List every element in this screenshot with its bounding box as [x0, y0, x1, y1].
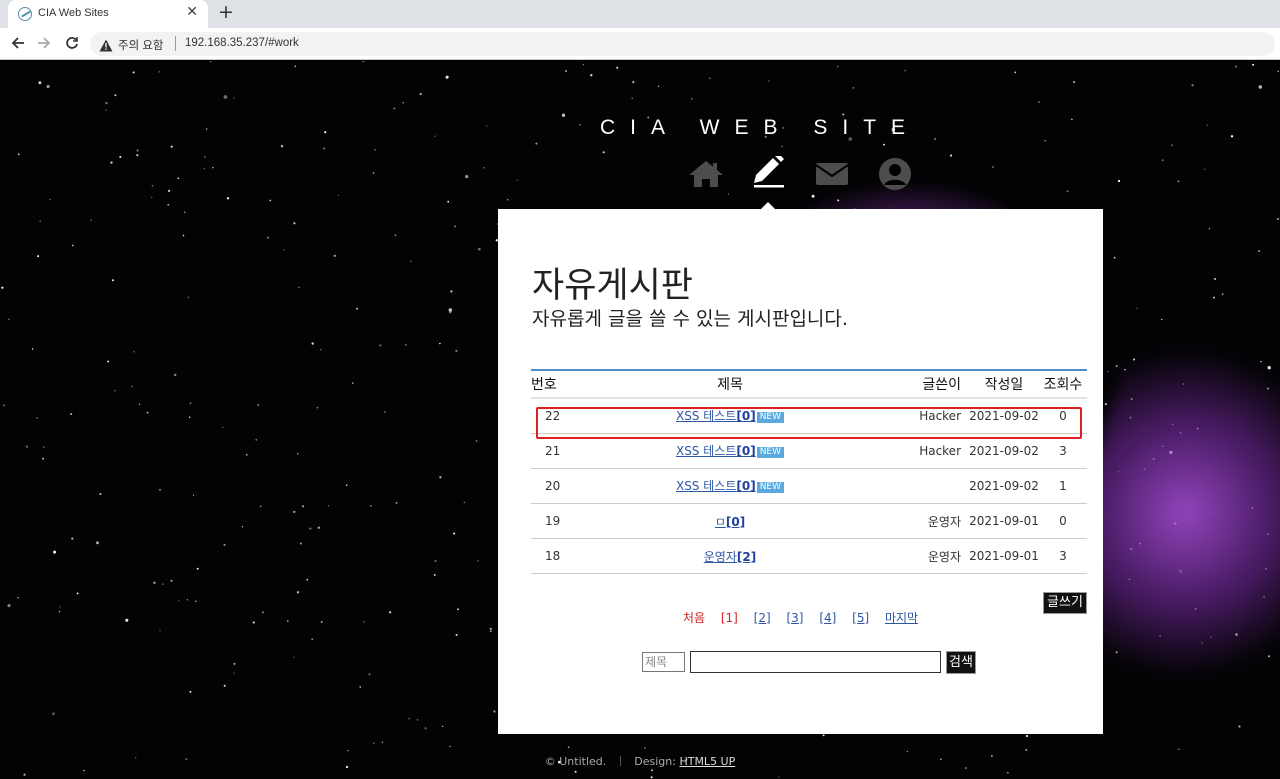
pencil-icon[interactable] [749, 153, 789, 192]
post-views: 1 [1039, 468, 1087, 505]
site-favicon-icon [18, 7, 32, 21]
site-title: CIA WEB SITE [600, 116, 921, 139]
post-title[interactable]: XSS 테스트 [676, 479, 736, 493]
post-number: 18 [531, 538, 571, 575]
user-icon[interactable] [875, 156, 915, 192]
post-date: 2021-09-01 [969, 538, 1039, 575]
forward-arrow-icon[interactable] [34, 33, 54, 53]
post-title-link[interactable]: XSS 테스트[0] [676, 479, 756, 493]
browser-toolbar: 주의 요함 192.168.35.237/#work [0, 28, 1280, 60]
post-title-cell: ㅁ[0] [571, 503, 889, 540]
footer-design-label: Design: [634, 755, 676, 768]
board-panel: 자유게시판 자유롭게 글을 쓸 수 있는 게시판입니다. 번호 제목 글쓴이 작… [498, 209, 1103, 734]
post-number: 20 [531, 468, 571, 505]
page-link[interactable]: [3] [786, 611, 803, 625]
table-header-row: 번호 제목 글쓴이 작성일 조회수 [531, 369, 1087, 399]
footer-copyright: © Untitled. [544, 755, 607, 768]
page-link[interactable]: [2] [754, 611, 771, 625]
footer: © Untitled. Design: HTML5 UP [0, 755, 1280, 768]
omnibox-divider [175, 36, 176, 51]
comment-count[interactable]: [0] [726, 515, 745, 529]
post-author [889, 468, 969, 505]
footer-design-link[interactable]: HTML5 UP [679, 755, 735, 768]
tab-title: CIA Web Sites [38, 7, 109, 19]
new-badge: NEW [756, 482, 785, 494]
column-header: 글쓴이 [889, 369, 969, 399]
warning-icon[interactable] [99, 37, 113, 52]
home-icon[interactable] [686, 156, 726, 192]
column-header: 작성일 [969, 369, 1039, 399]
search-button[interactable]: 검색 [946, 651, 976, 674]
table-row[interactable]: 19 ㅁ[0] 운영자 2021-09-01 0 [531, 503, 1087, 540]
post-title[interactable]: ㅁ [715, 515, 726, 529]
close-tab-icon[interactable]: ✕ [186, 5, 198, 19]
new-badge: NEW [756, 447, 785, 459]
table-row[interactable]: 18 운영자[2] 운영자 2021-09-01 3 [531, 538, 1087, 575]
page-last-link[interactable]: 마지막 [885, 611, 918, 625]
column-header: 조회수 [1039, 369, 1087, 399]
board-table: 번호 제목 글쓴이 작성일 조회수 22 XSS 테스트[0] NEW Hacker 2… [531, 369, 1087, 575]
comment-count[interactable]: [2] [737, 550, 756, 564]
post-date: 2021-09-02 [969, 468, 1039, 505]
post-title[interactable]: 운영자 [704, 550, 737, 564]
highlighted-row-box [536, 407, 1082, 439]
page-first-link[interactable]: 처음 [683, 611, 705, 625]
comment-count[interactable]: [0] [736, 444, 755, 458]
post-title-link[interactable]: XSS 테스트[0] [676, 444, 756, 458]
page-link[interactable]: [5] [852, 611, 869, 625]
post-title-link[interactable]: 운영자[2] [704, 550, 756, 564]
column-header: 제목 [571, 369, 889, 399]
new-tab-icon[interactable]: + [218, 3, 234, 22]
search-field-select[interactable]: 제목 [642, 652, 685, 672]
post-title[interactable]: XSS 테스트 [676, 444, 736, 458]
footer-divider [619, 756, 621, 766]
column-header: 번호 [531, 369, 571, 399]
table-row[interactable]: 20 XSS 테스트[0] NEW 2021-09-02 1 [531, 468, 1087, 505]
back-arrow-icon[interactable] [8, 33, 28, 53]
post-title-link[interactable]: ㅁ[0] [715, 515, 745, 529]
comment-count[interactable]: [0] [736, 479, 755, 493]
post-number: 19 [531, 503, 571, 540]
post-author: 운영자 [889, 538, 969, 575]
post-title-cell: XSS 테스트[0] NEW [571, 468, 889, 505]
page-subtitle: 자유롭게 글을 쓸 수 있는 게시판입니다. [532, 308, 848, 330]
post-views: 0 [1039, 503, 1087, 540]
page-current: [1] [720, 611, 738, 625]
post-author: 운영자 [889, 503, 969, 540]
search-input[interactable] [690, 651, 941, 673]
browser-tab[interactable]: CIA Web Sites ✕ [8, 0, 208, 28]
page-background: CIA WEB SITE 자유게시판 자유롭게 글을 쓸 수 있는 게시판입니다… [0, 61, 1280, 779]
post-title-cell: 운영자[2] [571, 538, 889, 575]
browser-tabstrip: CIA Web Sites ✕ + [0, 0, 1280, 28]
address-bar[interactable]: 주의 요함 192.168.35.237/#work [90, 32, 1275, 56]
page-link[interactable]: [4] [819, 611, 836, 625]
envelope-icon[interactable] [812, 156, 852, 192]
post-views: 3 [1039, 538, 1087, 575]
page-title: 자유게시판 [532, 266, 694, 306]
url-text[interactable]: 192.168.35.237/#work [185, 37, 299, 49]
post-date: 2021-09-01 [969, 503, 1039, 540]
security-warning-label[interactable]: 주의 요함 [118, 37, 164, 53]
reload-icon[interactable] [62, 33, 82, 53]
pagination: 처음 [1] [2] [3] [4] [5] 마지막 [498, 609, 1103, 626]
